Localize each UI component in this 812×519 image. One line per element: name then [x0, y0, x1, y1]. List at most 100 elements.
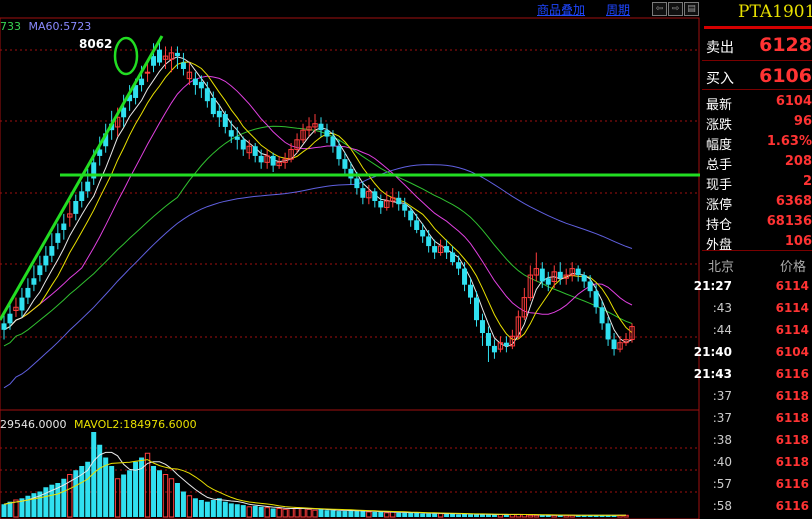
candle-body: [19, 297, 25, 311]
tick-row[interactable]: :40 6118: [704, 452, 812, 474]
ticks-header-location: 北京: [708, 260, 735, 275]
candle-body: [25, 287, 31, 298]
volume-bar: [444, 513, 450, 517]
tick-row[interactable]: :37 6118: [704, 408, 812, 430]
layout-icon[interactable]: ▤: [684, 2, 699, 16]
tick-row[interactable]: :44 6114: [704, 320, 812, 342]
tick-row[interactable]: 21:40 6104: [694, 342, 812, 364]
volume-bar: [479, 514, 485, 517]
sell-row[interactable]: 卖出 6128: [704, 33, 812, 56]
volume-bar: [456, 514, 462, 517]
tick-price: 6116: [775, 499, 809, 513]
candle-body: [318, 123, 324, 131]
tick-time: 21:40: [693, 345, 732, 359]
candle-body: [456, 262, 462, 269]
tick-price: 6104: [775, 345, 809, 359]
candle-body: [139, 78, 145, 86]
candle-body: [575, 268, 581, 276]
volume-bar: [324, 510, 330, 517]
chart-area[interactable]: 商品叠加 周期 ⇦ ⇨ ▤ 733 MA60:5723 29546.0000 M…: [0, 0, 700, 519]
stat-label: 涨停: [706, 198, 733, 213]
volume-bar: [114, 478, 121, 518]
tick-price: 6114: [775, 301, 809, 315]
high-price-label: 8062: [79, 37, 113, 51]
candle-body: [396, 197, 402, 205]
volume-bar: [408, 512, 414, 517]
volume-bar: [468, 514, 474, 517]
volume-bar: [276, 508, 282, 518]
tick-price: 6118: [775, 455, 809, 469]
tick-row[interactable]: :38 6118: [704, 430, 812, 452]
candle-body: [43, 255, 49, 266]
candle-body: [192, 78, 198, 86]
candle-body: [151, 56, 157, 66]
candle-body: [258, 155, 264, 163]
candle-body: [491, 345, 497, 353]
candle-body: [85, 181, 91, 192]
price-chart[interactable]: [0, 0, 700, 519]
stat-value: 6368: [775, 194, 812, 209]
ma14-line: [3, 75, 633, 331]
volume-bar: [527, 514, 534, 518]
stat-label: 最新: [706, 98, 733, 113]
tick-row[interactable]: 21:43 6116: [694, 364, 812, 386]
stat-label: 现手: [706, 178, 733, 193]
volume-bar: [246, 506, 252, 518]
volume-bar: [258, 506, 264, 517]
volume-value-label: 29546.0000: [0, 418, 67, 431]
volume-bar: [157, 470, 163, 517]
stat-value: 2: [802, 174, 812, 189]
period-link[interactable]: 周期: [606, 1, 630, 18]
tick-price: 6116: [775, 477, 809, 491]
candle-body: [426, 236, 432, 247]
candle-body: [324, 130, 330, 137]
stat-row: 幅度 1.63%: [704, 132, 812, 153]
candle-body: [180, 62, 186, 69]
tick-row[interactable]: 21:27 6114: [694, 276, 812, 298]
candle-body: [61, 223, 67, 230]
buy-row[interactable]: 买入 6106: [704, 64, 812, 87]
volume-bar: [151, 466, 157, 517]
divider: [702, 60, 812, 61]
volume-bar: [180, 491, 186, 517]
tick-row[interactable]: :43 6114: [704, 298, 812, 320]
tick-price: 6114: [775, 323, 809, 337]
chart-toolbar: 商品叠加 周期 ⇦ ⇨ ▤: [0, 0, 700, 18]
overlay-commodity-link[interactable]: 商品叠加: [537, 1, 585, 18]
candle-body: [37, 265, 43, 276]
tick-row[interactable]: :57 6116: [704, 474, 812, 496]
candle-body: [216, 110, 222, 118]
candle-body: [581, 275, 587, 282]
ticks-header-price: 价格: [779, 260, 806, 275]
stat-value: 68136: [766, 214, 812, 229]
candle-body: [1, 323, 7, 330]
candle-body: [342, 159, 348, 169]
volume-bar: [216, 498, 222, 517]
tick-row[interactable]: :58 6116: [704, 496, 812, 518]
volume-bar: [234, 504, 240, 517]
ticks-header: 北京 价格: [704, 253, 812, 275]
candle-body: [157, 49, 163, 63]
volume-bar: [396, 512, 402, 517]
trendline-annotation: [0, 35, 164, 321]
volume-bar: [354, 511, 360, 517]
candle-body: [378, 201, 384, 208]
volume-bar: [432, 513, 438, 517]
next-arrow-icon[interactable]: ⇨: [668, 2, 683, 16]
candle-body: [408, 210, 414, 221]
volume-bar: [162, 474, 169, 518]
stat-label: 幅度: [706, 138, 733, 153]
candle-body: [234, 136, 240, 140]
ma60-label: MA60:5723: [28, 20, 92, 33]
symbol-title: PTA1901: [738, 2, 812, 22]
candle-body: [252, 146, 258, 156]
candle-body: [420, 229, 426, 237]
prev-arrow-icon[interactable]: ⇦: [652, 2, 667, 16]
candle-body: [611, 339, 617, 350]
stat-label: 涨跌: [706, 118, 733, 133]
candle-body: [144, 71, 151, 74]
tick-row[interactable]: :37 6118: [704, 386, 812, 408]
volume-bar: [252, 505, 258, 517]
candle-body: [210, 97, 216, 115]
tick-time: :40: [712, 455, 732, 469]
